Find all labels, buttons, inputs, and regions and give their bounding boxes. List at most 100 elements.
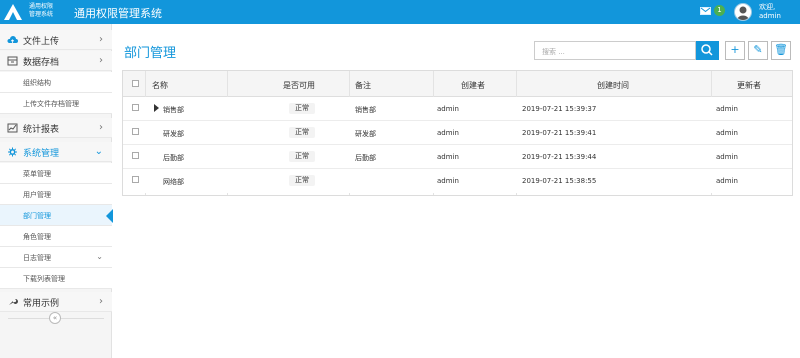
table-row[interactable]: 研发部 正常 研发部 admin 2019-07-21 15:39:41 adm… bbox=[123, 121, 792, 145]
updater: admin bbox=[716, 153, 738, 161]
created-at: 2019-07-21 15:39:41 bbox=[522, 129, 597, 137]
avatar[interactable] bbox=[734, 3, 752, 21]
row-checkbox[interactable] bbox=[132, 104, 139, 111]
column-header-updater: 更新者 bbox=[737, 81, 761, 90]
top-bar: 通用权限 管理系统 通用权限管理系统 1 欢迎, admin bbox=[0, 0, 800, 24]
sidebar-item-download-list-management[interactable]: 下载列表管理 bbox=[0, 268, 112, 289]
status-badge: 正常 bbox=[289, 151, 315, 162]
sidebar-item-label: 用户管理 bbox=[23, 191, 51, 199]
row-checkbox[interactable] bbox=[132, 152, 139, 159]
sidebar-item-label: 组织结构 bbox=[23, 79, 51, 87]
sidebar-item-menu-management[interactable]: 菜单管理 bbox=[0, 163, 112, 184]
chevron-right-icon: › bbox=[99, 296, 103, 307]
column-header-name: 名称 bbox=[152, 81, 168, 90]
sidebar-item-label: 角色管理 bbox=[23, 233, 51, 241]
department-name: 后勤部 bbox=[163, 154, 184, 162]
welcome-text: 欢迎, bbox=[759, 3, 776, 11]
row-checkbox[interactable] bbox=[132, 128, 139, 135]
created-at: 2019-07-21 15:39:44 bbox=[522, 153, 597, 161]
sidebar-item-label: 常用示例 bbox=[23, 299, 60, 309]
updater: admin bbox=[716, 177, 738, 185]
page-title: 部门管理 bbox=[124, 46, 177, 61]
chart-icon bbox=[7, 123, 18, 133]
remark: 销售部 bbox=[355, 106, 376, 114]
notification-badge[interactable]: 1 bbox=[714, 5, 725, 16]
sidebar-item-org-structure[interactable]: 组织结构 bbox=[0, 72, 112, 93]
created-at: 2019-07-21 15:38:55 bbox=[522, 177, 597, 185]
chevron-right-icon: › bbox=[99, 34, 103, 45]
sidebar-item-department-management[interactable]: 部门管理 bbox=[0, 205, 113, 226]
department-name: 销售部 bbox=[163, 106, 184, 114]
sidebar-item-statistics-report[interactable]: 统计报表 › bbox=[0, 118, 112, 138]
sidebar-item-label: 数据存档 bbox=[23, 58, 60, 68]
search-icon bbox=[701, 44, 713, 56]
sidebar-item-user-management[interactable]: 用户管理 bbox=[0, 184, 112, 205]
gear-icon bbox=[8, 147, 17, 157]
select-all-checkbox[interactable] bbox=[132, 80, 139, 87]
updater: admin bbox=[716, 105, 738, 113]
sidebar: 文件上传 › 数据存档 › 组织结构 上传文件存档管理 统计报表 › 系统管理 … bbox=[0, 24, 113, 358]
edit-button[interactable]: ✎ bbox=[748, 41, 768, 60]
sidebar-item-label: 下载列表管理 bbox=[23, 275, 65, 283]
expand-row-icon[interactable] bbox=[154, 104, 159, 112]
table-row[interactable]: 销售部 正常 销售部 admin 2019-07-21 15:39:37 adm… bbox=[123, 97, 792, 121]
sidebar-item-label: 菜单管理 bbox=[23, 170, 51, 178]
status-badge: 正常 bbox=[289, 175, 315, 186]
collapse-sidebar-button[interactable]: « bbox=[49, 312, 61, 324]
sidebar-item-log-management[interactable]: 日志管理 ⌄ bbox=[0, 247, 112, 268]
sidebar-item-system-management[interactable]: 系统管理 ⌄ bbox=[0, 142, 112, 162]
logo-title: 通用权限 管理系统 bbox=[29, 3, 53, 19]
user-avatar-icon bbox=[737, 6, 749, 20]
wrench-icon bbox=[9, 298, 18, 305]
logo-title-line-2: 管理系统 bbox=[29, 11, 54, 18]
username: admin bbox=[759, 12, 781, 20]
row-checkbox[interactable] bbox=[132, 176, 139, 183]
table-row[interactable]: 网络部 正常 admin 2019-07-21 15:38:55 admin bbox=[123, 169, 792, 193]
table-header: 名称 是否可用 备注 创建者 创建时间 更新者 bbox=[123, 71, 792, 97]
sidebar-item-label: 上传文件存档管理 bbox=[23, 100, 79, 108]
search-button[interactable] bbox=[696, 41, 719, 60]
mail-icon[interactable] bbox=[700, 7, 711, 15]
sidebar-item-file-upload[interactable]: 文件上传 › bbox=[0, 30, 112, 50]
column-header-creator: 创建者 bbox=[461, 81, 485, 90]
creator: admin bbox=[437, 105, 459, 113]
sidebar-item-label: 文件上传 bbox=[23, 37, 60, 47]
search-input[interactable]: 搜索 ... bbox=[534, 41, 696, 60]
archive-icon bbox=[7, 56, 18, 66]
updater: admin bbox=[716, 129, 738, 137]
chevron-down-icon: ⌄ bbox=[96, 252, 103, 261]
logo-title-line-1: 通用权限 bbox=[29, 3, 54, 10]
sidebar-item-upload-archive-management[interactable]: 上传文件存档管理 bbox=[0, 93, 112, 114]
column-header-remark: 备注 bbox=[355, 81, 371, 90]
table-row[interactable]: 后勤部 正常 后勤部 admin 2019-07-21 15:39:44 adm… bbox=[123, 145, 792, 169]
status-badge: 正常 bbox=[289, 127, 315, 138]
delete-button[interactable]: 🗑 bbox=[771, 41, 791, 60]
app-title: 通用权限管理系统 bbox=[74, 7, 162, 20]
cloud-upload-icon bbox=[7, 36, 18, 43]
chevron-down-icon: ⌄ bbox=[94, 146, 103, 157]
chevron-right-icon: › bbox=[99, 122, 103, 133]
creator: admin bbox=[437, 177, 459, 185]
department-name: 研发部 bbox=[163, 130, 184, 138]
sidebar-item-role-management[interactable]: 角色管理 bbox=[0, 226, 112, 247]
creator: admin bbox=[437, 153, 459, 161]
column-header-status: 是否可用 bbox=[283, 81, 315, 90]
created-at: 2019-07-21 15:39:37 bbox=[522, 105, 597, 113]
sidebar-item-common-examples[interactable]: 常用示例 › bbox=[0, 292, 112, 312]
department-table: 名称 是否可用 备注 创建者 创建时间 更新者 销售部 正常 销售部 admin… bbox=[122, 70, 793, 196]
sidebar-item-label: 部门管理 bbox=[23, 212, 51, 220]
add-button[interactable]: + bbox=[725, 41, 745, 60]
creator: admin bbox=[437, 129, 459, 137]
sidebar-item-data-archive[interactable]: 数据存档 › bbox=[0, 51, 112, 71]
column-header-created-at: 创建时间 bbox=[597, 81, 629, 90]
sidebar-item-label: 日志管理 bbox=[23, 254, 51, 262]
department-name: 网络部 bbox=[163, 178, 184, 186]
status-badge: 正常 bbox=[289, 103, 315, 114]
app-logo bbox=[4, 4, 22, 20]
sidebar-item-label: 统计报表 bbox=[23, 125, 60, 135]
remark: 研发部 bbox=[355, 130, 376, 138]
sidebar-item-label: 系统管理 bbox=[23, 149, 60, 159]
chevron-right-icon: › bbox=[99, 55, 103, 66]
active-indicator bbox=[106, 209, 113, 223]
welcome-user[interactable]: 欢迎, admin bbox=[759, 3, 781, 21]
